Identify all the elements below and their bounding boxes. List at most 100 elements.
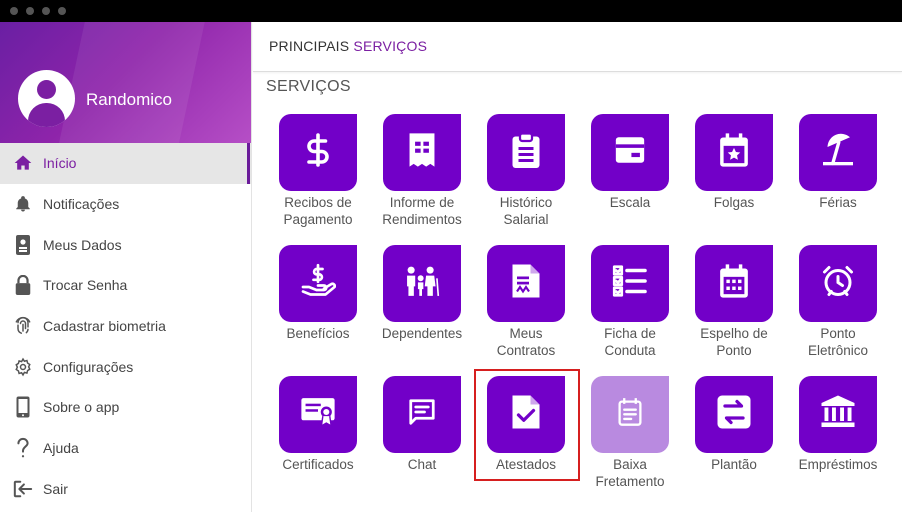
service-tile-box <box>591 245 669 322</box>
service-dependentes[interactable]: Dependentes <box>372 245 472 343</box>
page-title: PRINCIPAIS SERVIÇOS <box>269 38 427 54</box>
service-label: Benefícios <box>286 326 350 341</box>
service-tile-box <box>695 376 773 453</box>
sidebar-item-label: Ajuda <box>43 440 79 457</box>
sidebar-item-notificacoes[interactable]: Notificações <box>0 184 251 225</box>
service-tile-box <box>279 114 357 191</box>
sidebar-item-inicio[interactable]: Início <box>0 143 251 184</box>
lock-icon <box>12 274 34 296</box>
service-label: Chat <box>407 457 437 472</box>
service-tile-box <box>383 245 461 322</box>
clipboard-icon <box>511 132 541 173</box>
service-espelho-de-ponto[interactable]: Espelho de Ponto <box>684 245 784 359</box>
note-calendar-icon <box>616 397 644 432</box>
home-icon <box>12 152 34 174</box>
service-tile-box <box>279 245 357 322</box>
service-beneficios[interactable]: Benefícios <box>268 245 368 343</box>
service-label: Ficha de Conduta <box>604 326 656 358</box>
sidebar-item-label: Sair <box>43 480 68 497</box>
service-label: Folgas <box>713 195 755 210</box>
service-tile-box <box>487 376 565 453</box>
service-certificados[interactable]: Certificados <box>268 376 368 474</box>
gear-icon <box>12 356 34 378</box>
phone-icon <box>12 396 34 418</box>
chat-icon <box>407 397 437 432</box>
service-tile-box <box>383 114 461 191</box>
avatar-body <box>28 103 65 127</box>
sidebar-item-label: Trocar Senha <box>43 277 128 294</box>
service-label: Espelho de Ponto <box>700 326 768 358</box>
section-title: SERVIÇOS <box>266 78 351 95</box>
badge-icon <box>12 234 34 256</box>
service-baixa-fretamento[interactable]: Baixa Fretamento <box>580 376 680 490</box>
service-recibos-de-pagamento[interactable]: Recibos de Pagamento <box>268 114 368 228</box>
service-tile-box <box>487 114 565 191</box>
swap-icon <box>716 394 752 435</box>
service-meus-contratos[interactable]: Meus Contratos <box>476 245 576 359</box>
service-tile-box <box>799 245 877 322</box>
sidebar-item-label: Cadastrar biometria <box>43 318 166 335</box>
service-ferias[interactable]: Férias <box>788 114 888 212</box>
service-label: Certificados <box>282 457 354 472</box>
question-icon <box>12 437 34 459</box>
checklist-icon <box>612 264 648 303</box>
service-informe-de-rendimentos[interactable]: Informe de Rendimentos <box>372 114 472 228</box>
service-escala[interactable]: Escala <box>580 114 680 212</box>
service-emprestimos[interactable]: Empréstimos <box>788 376 888 474</box>
service-tile-box <box>799 376 877 453</box>
service-tile-box <box>591 114 669 191</box>
service-tile-box <box>799 114 877 191</box>
sidebar: Randomico Início Notificações Meus Dados… <box>0 22 252 512</box>
sidebar-item-sair[interactable]: Sair <box>0 469 251 510</box>
service-ficha-de-conduta[interactable]: Ficha de Conduta <box>580 245 680 359</box>
dollar-icon <box>300 132 336 173</box>
hand-dollar-icon <box>300 263 337 304</box>
contract-icon <box>511 263 541 304</box>
service-label: Informe de Rendimentos <box>382 195 462 227</box>
page-header: PRINCIPAIS SERVIÇOS <box>253 22 902 72</box>
service-tile-box <box>383 376 461 453</box>
service-folgas[interactable]: Folgas <box>684 114 784 212</box>
alarm-clock-icon <box>820 263 856 304</box>
calendar-grid-icon <box>717 263 751 304</box>
service-label: Plantão <box>711 457 757 472</box>
sidebar-item-label: Meus Dados <box>43 236 122 253</box>
service-label: Ponto Eletrônico <box>807 326 869 358</box>
service-tile-box <box>487 245 565 322</box>
service-label: Histórico Salarial <box>499 195 553 227</box>
username: Randomico <box>86 90 172 109</box>
service-historico-salarial[interactable]: Histórico Salarial <box>476 114 576 228</box>
service-tile-box <box>591 376 669 453</box>
service-tile-box <box>695 114 773 191</box>
profile-decoration <box>57 22 207 143</box>
service-chat[interactable]: Chat <box>372 376 472 474</box>
sidebar-item-trocar-senha[interactable]: Trocar Senha <box>0 265 251 306</box>
schedule-icon <box>613 133 647 172</box>
sidebar-menu: Início Notificações Meus Dados Trocar Se… <box>0 143 251 510</box>
service-label: Recibos de Pagamento <box>283 195 353 227</box>
fingerprint-icon <box>12 315 34 337</box>
service-tile-box <box>695 245 773 322</box>
receipt-icon <box>405 132 439 173</box>
sidebar-item-label: Notificações <box>43 196 120 213</box>
service-label: Escala <box>609 195 651 210</box>
bell-icon <box>12 193 34 215</box>
sidebar-item-sobre-o-app[interactable]: Sobre o app <box>0 387 251 428</box>
service-plantao[interactable]: Plantão <box>684 376 784 474</box>
page-title-prefix: PRINCIPAIS <box>269 38 354 54</box>
service-label: Meus Contratos <box>496 326 556 358</box>
window-control <box>26 7 34 15</box>
sidebar-item-meus-dados[interactable]: Meus Dados <box>0 224 251 265</box>
bank-icon <box>820 395 856 434</box>
service-atestados[interactable]: Atestados <box>476 376 576 474</box>
avatar[interactable] <box>18 70 75 127</box>
sidebar-item-label: Início <box>43 155 77 172</box>
avatar-head <box>37 80 56 99</box>
beach-umbrella-icon <box>820 132 856 173</box>
calendar-star-icon <box>717 132 751 173</box>
sidebar-item-cadastrar-biometria[interactable]: Cadastrar biometria <box>0 306 251 347</box>
service-ponto-eletronico[interactable]: Ponto Eletrônico <box>788 245 888 359</box>
sidebar-item-configuracoes[interactable]: Configurações <box>0 346 251 387</box>
service-label: Atestados <box>495 457 557 472</box>
sidebar-item-ajuda[interactable]: Ajuda <box>0 428 251 469</box>
